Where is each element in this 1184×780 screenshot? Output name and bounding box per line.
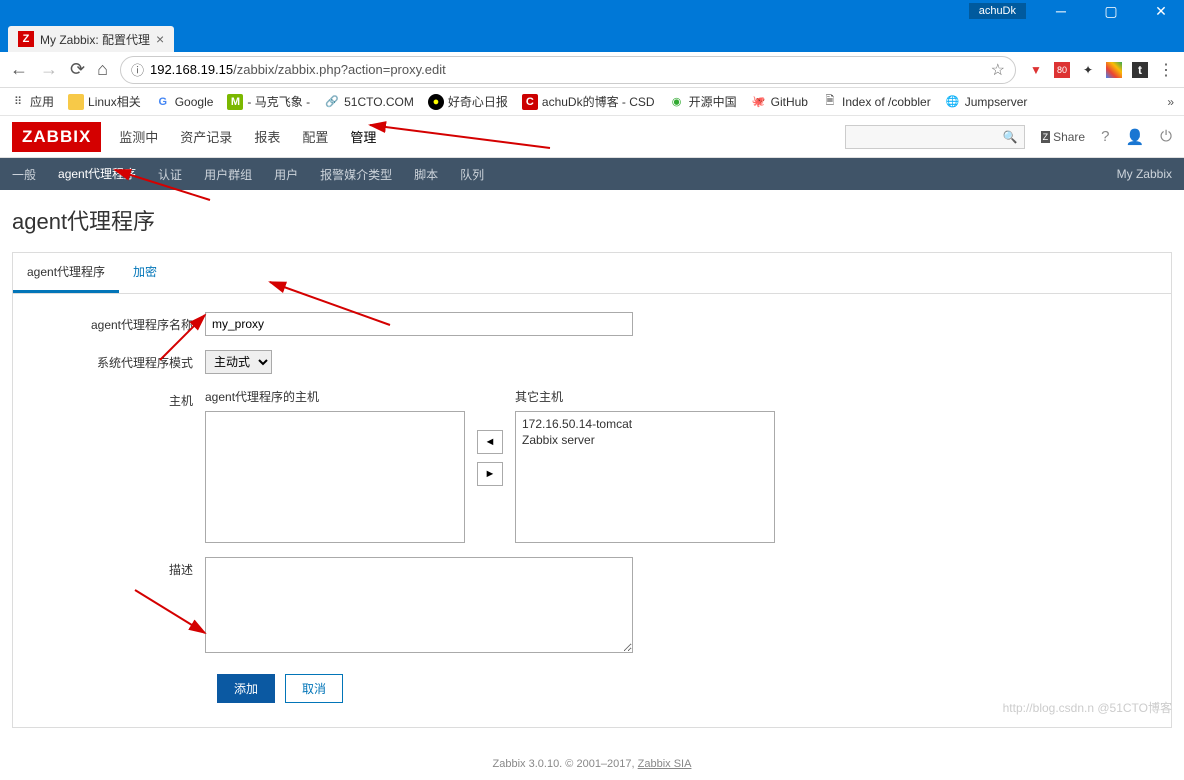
subnav-usergroups[interactable]: 用户群组 (204, 158, 252, 191)
subnav-instance: My Zabbix (1117, 159, 1172, 189)
forward-button[interactable]: → (40, 59, 58, 80)
search-box[interactable]: 🔍 (845, 125, 1025, 149)
user-icon[interactable]: 👤 (1125, 128, 1144, 146)
info-icon[interactable]: ⓘ (131, 60, 144, 79)
other-hosts-header: 其它主机 (515, 388, 775, 405)
bookmark-star-icon[interactable]: ☆ (991, 60, 1005, 80)
other-hosts-listbox[interactable]: 172.16.50.14-tomcat Zabbix server (515, 411, 775, 543)
bookmark-item[interactable]: 🗎Index of /cobbler (822, 94, 931, 110)
home-button[interactable]: ⌂ (97, 59, 108, 80)
menu-inventory[interactable]: 资产记录 (180, 116, 232, 157)
tab-title: My Zabbix: 配置代理 (40, 31, 150, 48)
main-menu: 监测中 资产记录 报表 配置 管理 (119, 116, 376, 157)
reload-button[interactable]: ⟳ (70, 59, 85, 80)
list-item[interactable]: Zabbix server (522, 432, 768, 448)
bookmark-item[interactable]: CachuDk的博客 - CSD (522, 93, 655, 110)
subnav-queue[interactable]: 队列 (460, 158, 484, 191)
menu-admin[interactable]: 管理 (350, 116, 376, 157)
ext-icon[interactable]: 80 (1054, 62, 1070, 78)
description-textarea[interactable] (205, 557, 633, 653)
hosts-label: 主机 (25, 388, 205, 409)
subnav-users[interactable]: 用户 (274, 158, 298, 191)
menu-icon[interactable]: ⋮ (1158, 62, 1174, 78)
list-item[interactable]: 172.16.50.14-tomcat (522, 416, 768, 432)
proxy-hosts-header: agent代理程序的主机 (205, 388, 465, 405)
proxy-name-input[interactable] (205, 312, 633, 336)
logout-icon[interactable]: ⏻ (1160, 128, 1172, 145)
proxy-mode-select[interactable]: 主动式 (205, 350, 272, 374)
favicon-icon: Z (18, 31, 34, 47)
help-icon[interactable]: ? (1101, 128, 1109, 145)
footer: Zabbix 3.0.10. © 2001–2017, Zabbix SIA (0, 728, 1184, 780)
url-text: 192.168.19.15/zabbix/zabbix.php?action=p… (150, 62, 985, 77)
bookmarks-bar: ⠿应用 Linux相关 GGoogle M- 马克飞象 - 🔗51CTO.COM… (0, 88, 1184, 116)
subnav-auth[interactable]: 认证 (158, 158, 182, 191)
browser-toolbar: ← → ⟳ ⌂ ⓘ 192.168.19.15/zabbix/zabbix.ph… (0, 52, 1184, 88)
menu-config[interactable]: 配置 (302, 116, 328, 157)
browser-tab[interactable]: Z My Zabbix: 配置代理 × (8, 26, 174, 52)
subnav-proxies[interactable]: agent代理程序 (58, 157, 136, 192)
footer-link[interactable]: Zabbix SIA (638, 758, 692, 770)
proxy-hosts-listbox[interactable] (205, 411, 465, 543)
search-icon: 🔍 (1003, 130, 1018, 144)
back-button[interactable]: ← (10, 59, 28, 80)
user-badge[interactable]: achuDk (969, 3, 1026, 19)
ext-icon[interactable]: t (1132, 62, 1148, 78)
proxy-form: agent代理程序 加密 agent代理程序名称 系统代理程序模式 主动式 主机… (12, 252, 1172, 728)
ext-icon[interactable]: ▼ (1028, 62, 1044, 78)
description-label: 描述 (25, 557, 205, 578)
menu-monitoring[interactable]: 监测中 (119, 116, 158, 157)
subnav-general[interactable]: 一般 (12, 158, 36, 191)
cancel-button[interactable]: 取消 (285, 674, 343, 703)
minimize-button[interactable]: ─ (1046, 3, 1076, 19)
close-window-button[interactable]: ✕ (1146, 3, 1176, 20)
apps-button[interactable]: ⠿应用 (10, 93, 54, 110)
move-right-button[interactable]: ► (477, 462, 503, 486)
zabbix-header: ZABBIX 监测中 资产记录 报表 配置 管理 🔍 ZShare ? 👤 ⏻ (0, 116, 1184, 158)
extension-icons: ▼ 80 ✦ t ⋮ (1028, 62, 1174, 78)
subnav-mediatypes[interactable]: 报警媒介类型 (320, 158, 392, 191)
bookmarks-overflow[interactable]: » (1167, 95, 1174, 109)
form-tabs: agent代理程序 加密 (13, 253, 1171, 294)
bookmark-item[interactable]: ◉开源中国 (669, 93, 737, 110)
watermark: http://blog.csdn.n @51CTO博客 (1003, 699, 1172, 716)
add-button[interactable]: 添加 (217, 674, 275, 703)
bookmark-item[interactable]: M- 马克飞象 - (227, 93, 310, 110)
bookmark-item[interactable]: Linux相关 (68, 93, 141, 110)
menu-reports[interactable]: 报表 (254, 116, 280, 157)
tab-close-icon[interactable]: × (156, 31, 164, 47)
bookmark-item[interactable]: GGoogle (155, 94, 214, 110)
maximize-button[interactable]: ▢ (1096, 3, 1126, 20)
proxy-name-label: agent代理程序名称 (25, 312, 205, 333)
address-bar[interactable]: ⓘ 192.168.19.15/zabbix/zabbix.php?action… (120, 56, 1016, 84)
bookmark-item[interactable]: 🌐Jumpserver (945, 94, 1028, 110)
subnav-scripts[interactable]: 脚本 (414, 158, 438, 191)
browser-tabstrip: Z My Zabbix: 配置代理 × (0, 22, 1184, 52)
bookmark-item[interactable]: 🐙GitHub (751, 94, 808, 110)
move-left-button[interactable]: ◄ (477, 430, 503, 454)
bookmark-item[interactable]: 🔗51CTO.COM (324, 94, 414, 110)
tab-proxy[interactable]: agent代理程序 (13, 253, 119, 293)
zabbix-logo[interactable]: ZABBIX (12, 122, 101, 152)
tab-encryption[interactable]: 加密 (119, 253, 171, 293)
bookmark-item[interactable]: ●好奇心日报 (428, 93, 508, 110)
window-titlebar: achuDk ─ ▢ ✕ (0, 0, 1184, 22)
admin-subnav: 一般 agent代理程序 认证 用户群组 用户 报警媒介类型 脚本 队列 My … (0, 158, 1184, 190)
proxy-mode-label: 系统代理程序模式 (25, 350, 205, 371)
page-title: agent代理程序 (0, 190, 1184, 252)
ext-icon[interactable] (1106, 62, 1122, 78)
share-button[interactable]: ZShare (1041, 130, 1086, 144)
ext-icon[interactable]: ✦ (1080, 62, 1096, 78)
